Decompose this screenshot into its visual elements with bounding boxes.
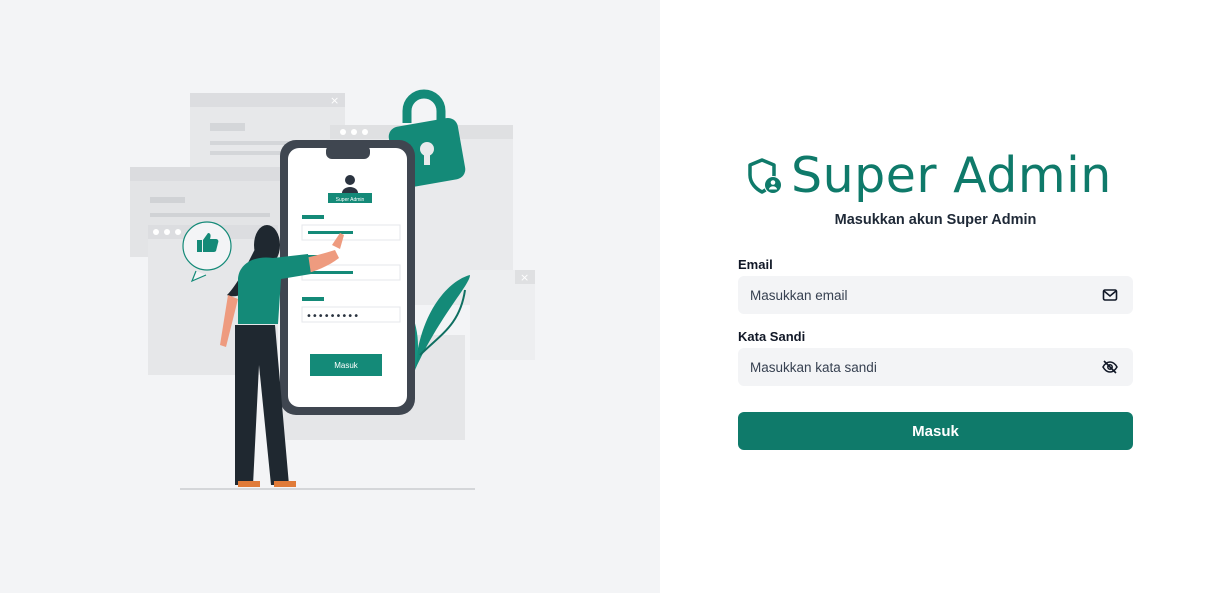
- password-field[interactable]: [738, 348, 1080, 386]
- phone-header-text: Super Admin: [336, 197, 365, 203]
- login-illustration: × × Super Admin ••••••••• Masuk: [130, 89, 535, 490]
- shield-user-icon: [748, 158, 782, 194]
- password-label: Kata Sandi: [738, 329, 806, 344]
- email-field[interactable]: [738, 276, 1080, 314]
- password-field-wrapper: [738, 348, 1133, 386]
- brand: Super Admin: [745, 150, 1112, 202]
- login-button[interactable]: Masuk: [738, 412, 1133, 450]
- email-label: Email: [738, 257, 773, 272]
- phone-button-text: Masuk: [334, 361, 359, 370]
- phone-password-mask: •••••••••: [306, 311, 359, 322]
- svg-text:×: ×: [330, 94, 339, 107]
- page-subtitle: Masukkan akun Super Admin: [834, 212, 1037, 228]
- svg-text:×: ×: [520, 271, 529, 284]
- email-field-wrapper: [738, 276, 1133, 314]
- page-title: Super Admin: [791, 147, 1112, 204]
- illustration-panel: × × Super Admin ••••••••• Masuk: [0, 0, 660, 593]
- eye-off-icon[interactable]: [1102, 360, 1118, 374]
- mail-icon: [1102, 289, 1118, 301]
